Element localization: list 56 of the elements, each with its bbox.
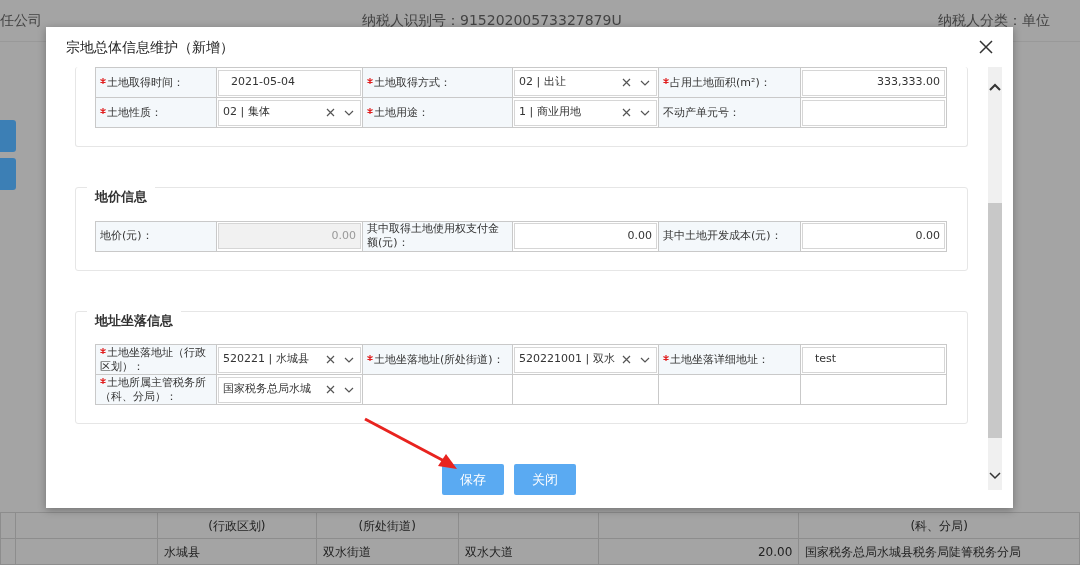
column-header: (所处街道) <box>316 512 459 539</box>
scroll-down-icon[interactable] <box>989 472 1001 480</box>
text-field[interactable]: test <box>802 346 945 373</box>
field-label: 地价(元)： <box>95 221 217 251</box>
select-field[interactable]: 02 | 集体 <box>218 99 361 126</box>
clear-icon[interactable] <box>622 78 631 87</box>
field-label: 土地取得方式： <box>362 67 513 98</box>
field-label: 土地用途： <box>362 97 513 128</box>
text-field[interactable]: 2021-05-04 <box>218 69 361 96</box>
field-label: 土地坐落地址（行政区划）： <box>95 344 217 375</box>
number-field[interactable]: 0.00 <box>802 223 945 249</box>
field-label: 不动产单元号： <box>658 97 801 128</box>
field-label: 其中取得土地使用权支付金额(元)： <box>362 221 513 251</box>
chevron-down-icon[interactable] <box>344 386 354 393</box>
select-field[interactable]: 国家税务总局水城 <box>218 376 361 403</box>
chevron-down-icon[interactable] <box>344 356 354 363</box>
dialog-title: 宗地总体信息维护（新增） <box>66 37 234 57</box>
select-field[interactable]: 1 | 商业用地 <box>514 99 657 126</box>
clear-icon[interactable] <box>326 355 335 364</box>
clear-icon[interactable] <box>326 385 335 394</box>
field-label: 其中土地开发成本(元)： <box>658 221 801 251</box>
table-cell: 水城县 <box>157 538 316 565</box>
scroll-thumb[interactable] <box>988 203 1002 438</box>
chevron-down-icon[interactable] <box>640 356 650 363</box>
chevron-down-icon[interactable] <box>640 109 650 116</box>
clear-icon[interactable] <box>326 108 335 117</box>
table-cell: 双水街道 <box>316 538 459 565</box>
select-field[interactable]: 02 | 出让 <box>514 69 657 96</box>
field-label: 土地性质： <box>95 97 217 128</box>
select-field[interactable]: 520221 | 水城县 <box>218 346 361 373</box>
select-field[interactable]: 520221001 | 双水 <box>514 346 657 373</box>
text-field[interactable] <box>802 99 945 126</box>
close-icon[interactable] <box>979 40 993 54</box>
table-cell: 双水大道 <box>458 538 599 565</box>
taxpayer-type: 纳税人分类：单位 <box>938 11 1050 30</box>
chevron-down-icon[interactable] <box>640 79 650 86</box>
scroll-up-icon[interactable] <box>989 83 1001 91</box>
scrollbar[interactable] <box>988 67 1002 490</box>
taxpayer-id: 纳税人识别号：91520200573327879U <box>362 11 622 30</box>
column-header: (行政区划) <box>157 512 316 539</box>
clear-icon[interactable] <box>622 108 631 117</box>
field-label: 土地坐落地址(所处街道)： <box>362 344 513 375</box>
column-header: (科、分局) <box>798 512 1080 539</box>
table-cell: 20.00 <box>598 538 799 565</box>
field-label: 土地所属主管税务所（科、分局）： <box>95 374 217 405</box>
section-title: 地址坐落信息 <box>87 310 181 330</box>
number-field[interactable]: 333,333.00 <box>802 69 945 96</box>
chevron-down-icon[interactable] <box>344 109 354 116</box>
field-label: 土地坐落详细地址： <box>658 344 801 375</box>
number-field[interactable]: 0.00 <box>514 223 657 249</box>
field-label: 占用土地面积(m²)： <box>658 67 801 98</box>
number-field: 0.00 <box>218 223 361 249</box>
company-name: 任公司 <box>0 11 42 30</box>
field-label: 土地取得时间： <box>95 67 217 98</box>
clear-icon[interactable] <box>622 355 631 364</box>
table-cell: 国家税务总局水城县税务局陡箐税务分局 <box>798 538 1080 565</box>
